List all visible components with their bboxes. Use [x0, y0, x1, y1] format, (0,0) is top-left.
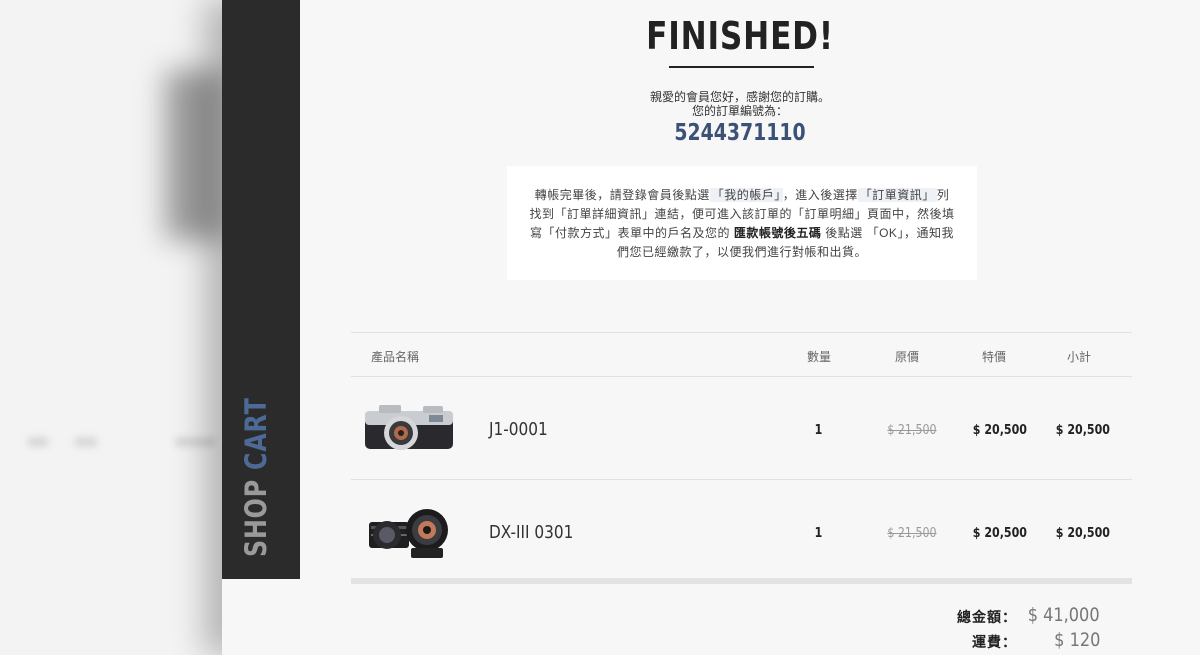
product-original-price: $ 21,500 — [887, 423, 937, 438]
header-subtotal: 小計 — [1067, 350, 1092, 364]
header-quantity: 數量 — [807, 350, 832, 364]
shipping-row: 運費： $ 120 — [940, 629, 1100, 654]
table-row: J1-0001 1 $ 21,500 $ 20,500 $ 20,500 — [351, 377, 1132, 480]
sidebar-title-shop: SHOP — [239, 469, 273, 557]
sidebar-title: SHOP CART — [239, 397, 273, 557]
product-subtotal: $ 20,500 — [1055, 423, 1110, 438]
table-header: 產品名稱 數量 原價 特價 小計 — [351, 332, 1132, 377]
product-quantity: 1 — [814, 423, 823, 438]
header-special-price: 特價 — [982, 350, 1007, 364]
order-number: 5244371110 — [674, 120, 806, 146]
table-row: DX-III 0301 1 $ 21,500 $ 20,500 $ 20,500 — [351, 480, 1132, 584]
order-number-label: 您的訂單編號為： — [691, 104, 788, 118]
product-special-price: $ 20,500 — [972, 423, 1027, 438]
thank-you-message: 親愛的會員您好，感謝您的訂購。 您的訂單編號為： — [540, 90, 940, 118]
background-blur — [175, 438, 215, 446]
total-label: 總金額： — [957, 609, 1017, 625]
payment-notice: 轉帳完畢後，請登錄會員後點選 「我的帳戶」 ，進入後選擇 「訂單資訊」 列找到「訂單詳細… — [507, 166, 977, 280]
background-blur — [28, 438, 48, 446]
camera-image — [365, 405, 453, 450]
notice-text: ，進入後選擇 — [782, 188, 858, 202]
total-value: $ 41,000 — [1028, 604, 1100, 626]
notice-text: 轉帳完畢後，請登錄會員後點選 — [534, 188, 710, 202]
header-product-name: 產品名稱 — [371, 350, 420, 364]
order-info-highlight: 「訂單資訊」 — [857, 188, 937, 202]
product-name: DX-III 0301 — [489, 522, 574, 543]
product-special-price: $ 20,500 — [972, 526, 1027, 541]
page-title: FINISHED! — [646, 14, 834, 58]
order-totals: 總金額： $ 41,000 運費： $ 120 — [940, 604, 1100, 654]
shipping-value: $ 120 — [1053, 629, 1100, 651]
background-page — [0, 0, 222, 655]
sidebar-title-cart: CART — [239, 397, 273, 470]
my-account-highlight: 「我的帳戶」 — [709, 188, 783, 202]
background-blur — [165, 70, 222, 240]
background-blur — [75, 438, 97, 446]
product-quantity: 1 — [814, 526, 823, 541]
order-table: 產品名稱 數量 原價 特價 小計 J1-0001 1 $ 21,500 $ 20… — [351, 332, 1132, 584]
title-underline — [669, 66, 814, 68]
lens-image — [369, 509, 448, 558]
product-original-price: $ 21,500 — [887, 526, 937, 541]
shipping-label: 運費： — [972, 634, 1017, 650]
header-original-price: 原價 — [895, 350, 920, 364]
thank-you-line: 親愛的會員您好，感謝您的訂購。 — [649, 90, 830, 104]
product-name: J1-0001 — [489, 419, 548, 440]
total-row: 總金額： $ 41,000 — [940, 604, 1100, 629]
notice-bold-text: 匯款帳號後五碼 — [733, 226, 822, 240]
product-subtotal: $ 20,500 — [1055, 526, 1110, 541]
